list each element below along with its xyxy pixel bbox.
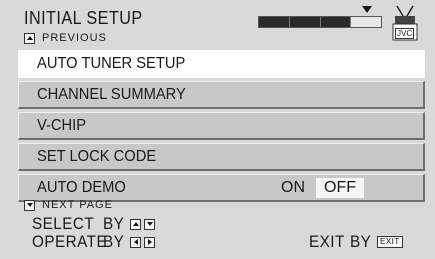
- progress-segment: [320, 17, 352, 27]
- operate-instruction: OPERATE BY: [32, 232, 155, 252]
- select-label: SELECT: [32, 214, 95, 233]
- auto-demo-off-option[interactable]: OFF: [316, 178, 364, 198]
- menu-item-label: V-CHIP: [37, 117, 87, 134]
- brand-icon-label: JVC: [395, 28, 415, 39]
- previous-label: PREVIOUS: [42, 32, 107, 44]
- progress-pointer-icon: [362, 6, 372, 13]
- down-arrow-icon: [144, 218, 155, 230]
- auto-demo-on-option[interactable]: ON: [281, 175, 305, 201]
- menu-item-channel-summary[interactable]: CHANNEL SUMMARY: [18, 81, 425, 109]
- down-arrow-icon: [24, 199, 35, 211]
- menu-item-auto-demo[interactable]: AUTO DEMO ON OFF: [18, 174, 425, 202]
- progress-segment: [259, 17, 290, 27]
- operate-by-label: BY: [103, 232, 125, 251]
- exit-by-label: BY: [350, 232, 372, 251]
- menu-item-label: SET LOCK CODE: [37, 148, 157, 165]
- menu-item-auto-tuner-setup[interactable]: AUTO TUNER SETUP: [18, 50, 425, 78]
- menu-item-set-lock-code[interactable]: SET LOCK CODE: [18, 143, 425, 171]
- left-arrow-icon: [130, 236, 141, 248]
- menu-item-v-chip[interactable]: V-CHIP: [18, 112, 425, 140]
- operate-label: OPERATE: [32, 232, 108, 251]
- initial-setup-screen: INITIAL SETUP PREVIOUS JVC AUTO TUNER SE…: [0, 0, 435, 259]
- previous-page-hint[interactable]: PREVIOUS: [24, 32, 107, 44]
- setup-menu: AUTO TUNER SETUP CHANNEL SUMMARY V-CHIP …: [18, 50, 425, 205]
- progress-segment: [289, 17, 321, 27]
- select-instruction: SELECT BY: [32, 214, 155, 234]
- next-page-hint[interactable]: NEXT PAGE: [24, 199, 113, 211]
- progress-segment: [351, 17, 381, 27]
- select-by-label: BY: [103, 214, 125, 233]
- right-arrow-icon: [144, 236, 155, 248]
- page-title: INITIAL SETUP: [24, 8, 143, 28]
- up-arrow-icon: [130, 218, 141, 230]
- setup-progress-bar: [258, 16, 382, 28]
- exit-button-icon[interactable]: EXIT: [377, 236, 403, 248]
- menu-item-label: AUTO DEMO: [37, 179, 126, 196]
- up-arrow-icon: [24, 32, 35, 44]
- menu-item-label: CHANNEL SUMMARY: [37, 86, 186, 103]
- exit-label: EXIT: [309, 232, 345, 251]
- menu-item-label: AUTO TUNER SETUP: [37, 55, 186, 72]
- next-page-label: NEXT PAGE: [42, 199, 113, 211]
- exit-instruction: EXIT BY EXIT: [309, 232, 403, 252]
